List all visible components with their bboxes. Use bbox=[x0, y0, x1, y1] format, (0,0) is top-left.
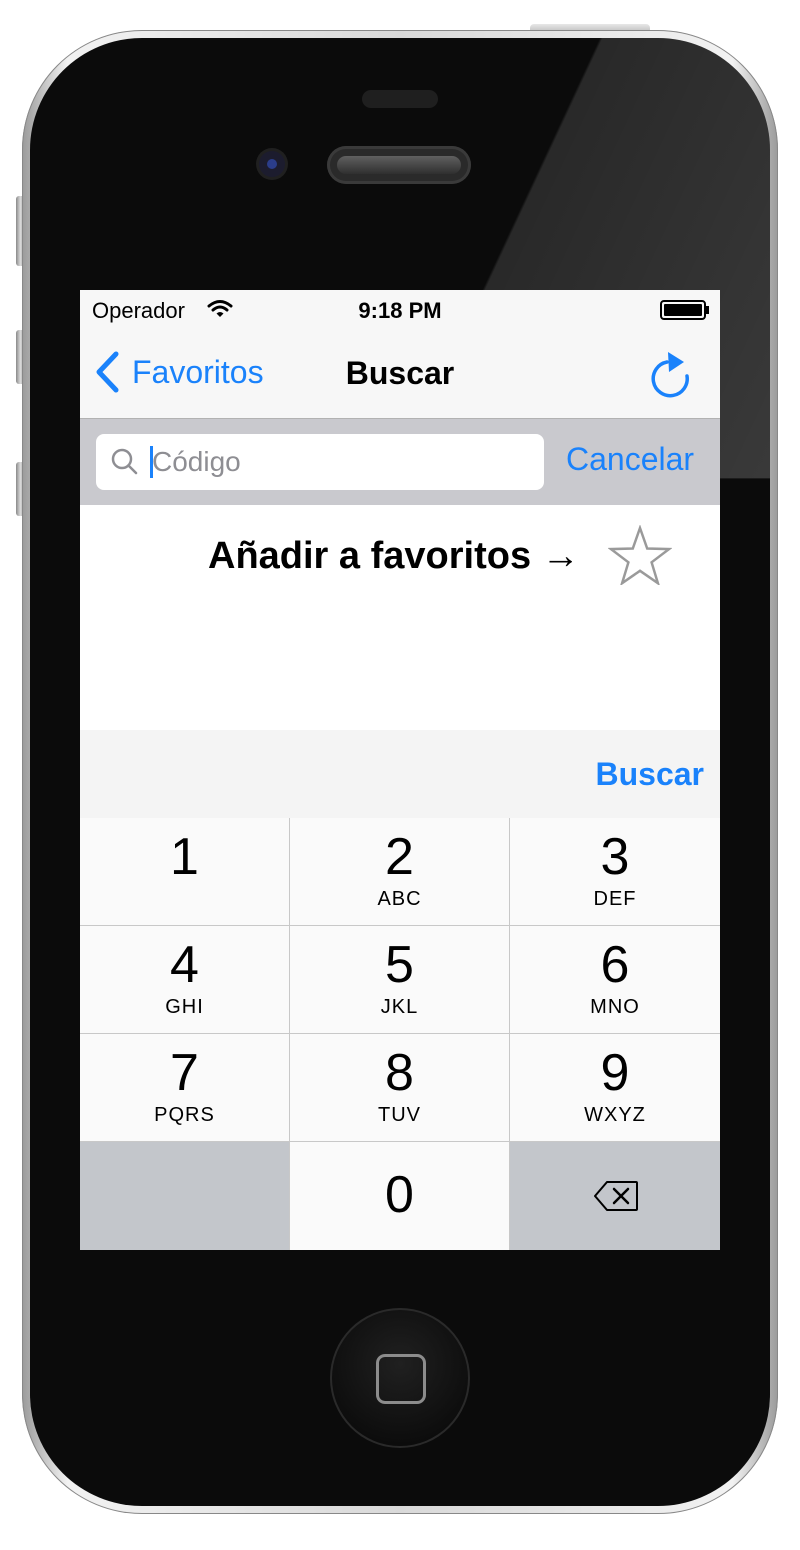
key-digit: 4 bbox=[170, 936, 199, 994]
key-letters: MNO bbox=[590, 996, 640, 1018]
key-digit: 6 bbox=[600, 936, 630, 994]
key-letters: DEF bbox=[593, 888, 637, 910]
search-bar: Cancelar bbox=[80, 419, 720, 505]
key-digit: 3 bbox=[600, 828, 630, 886]
key-digit: 5 bbox=[385, 936, 414, 994]
numeric-keypad: 1 2 ABC 3 DEF 4 GHI 5 JKL 6 MNO 7 PQRS 8 bbox=[80, 818, 720, 1250]
key-digit: 0 bbox=[385, 1166, 414, 1224]
search-field[interactable] bbox=[96, 434, 544, 490]
key-5[interactable]: 5 JKL bbox=[290, 926, 510, 1034]
key-2[interactable]: 2 ABC bbox=[290, 818, 510, 926]
proximity-sensor bbox=[362, 90, 438, 108]
key-0[interactable]: 0 bbox=[290, 1142, 510, 1250]
key-digit: 2 bbox=[385, 828, 414, 886]
key-6[interactable]: 6 MNO bbox=[510, 926, 720, 1034]
earpiece-speaker bbox=[327, 146, 471, 184]
backspace-icon bbox=[594, 1181, 638, 1211]
status-time: 9:18 PM bbox=[358, 298, 442, 323]
screen: Operador 9:18 PM Favoritos Buscar Código… bbox=[80, 290, 720, 1250]
page-title: Buscar bbox=[345, 355, 455, 391]
star-outline-icon[interactable] bbox=[608, 525, 672, 585]
key-letters: ABC bbox=[377, 888, 422, 910]
code-search-input[interactable] bbox=[152, 434, 532, 490]
key-3[interactable]: 3 DEF bbox=[510, 818, 720, 926]
key-8[interactable]: 8 TUV bbox=[290, 1034, 510, 1142]
key-blank bbox=[80, 1142, 290, 1250]
front-camera bbox=[259, 151, 285, 177]
status-bar: Operador 9:18 PM bbox=[80, 290, 720, 330]
key-4[interactable]: 4 GHI bbox=[80, 926, 290, 1034]
add-to-favorites-hint: Añadir a favoritos → bbox=[208, 535, 580, 577]
key-digit: 8 bbox=[385, 1044, 414, 1102]
home-button[interactable] bbox=[330, 1308, 470, 1448]
refresh-icon[interactable] bbox=[648, 348, 694, 400]
key-1[interactable]: 1 bbox=[80, 818, 290, 926]
key-letters: PQRS bbox=[154, 1104, 215, 1126]
navigation-bar: Favoritos Buscar bbox=[80, 330, 720, 419]
delete-key[interactable] bbox=[510, 1142, 720, 1250]
key-letters: WXYZ bbox=[584, 1104, 646, 1126]
key-digit: 9 bbox=[600, 1044, 630, 1102]
key-letters: TUV bbox=[378, 1104, 421, 1126]
search-icon bbox=[111, 448, 138, 475]
keyboard-accessory-bar: Buscar bbox=[80, 730, 720, 818]
favorites-hint-area: Añadir a favoritos → bbox=[80, 505, 720, 731]
key-9[interactable]: 9 WXYZ bbox=[510, 1034, 720, 1142]
cancel-button[interactable]: Cancelar bbox=[566, 441, 694, 478]
home-square-icon bbox=[376, 1354, 426, 1404]
key-letters: JKL bbox=[380, 996, 419, 1018]
key-digit: 7 bbox=[170, 1044, 199, 1102]
key-letters: GHI bbox=[165, 996, 204, 1018]
key-digit: 1 bbox=[170, 828, 199, 886]
search-submit-button[interactable]: Buscar bbox=[596, 756, 705, 793]
battery-icon bbox=[660, 300, 709, 320]
key-7[interactable]: 7 PQRS bbox=[80, 1034, 290, 1142]
